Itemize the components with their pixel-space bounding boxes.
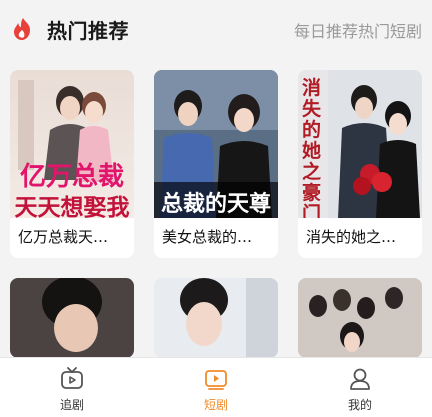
tv-icon (61, 367, 83, 389)
drama-card[interactable] (10, 278, 134, 358)
bottom-tab-bar: 追剧 短剧 我的 (0, 357, 432, 417)
play-icon (205, 370, 227, 390)
cover-title: 总裁的天尊 (160, 192, 271, 217)
cover-subtitle: 天天想娶我 (14, 195, 130, 218)
drama-cover (10, 278, 134, 358)
user-icon (350, 368, 370, 390)
drama-cover: 亿万总裁 天天想娶我 (10, 70, 134, 218)
drama-card[interactable] (298, 278, 422, 358)
drama-cover: 总裁的天尊 (154, 70, 278, 218)
drama-cover: 消失的她之豪门千 (298, 70, 422, 218)
drama-cover (298, 278, 422, 358)
section-title: 热门推荐 (47, 19, 129, 43)
tab-label: 我的 (347, 398, 372, 412)
flame-icon (14, 18, 30, 40)
drama-title: 亿万总裁天… (18, 228, 109, 246)
section-more-link[interactable]: 每日推荐热门短剧 (294, 18, 422, 42)
drama-card[interactable]: 消失的她之豪门千 消失的她之… (298, 70, 422, 258)
drama-card[interactable]: 总裁的天尊 美女总裁的… (154, 70, 278, 258)
drama-card[interactable]: 亿万总裁 天天想娶我 亿万总裁天… (10, 70, 134, 258)
tab-label: 追剧 (59, 398, 84, 412)
drama-title: 美女总裁的… (162, 228, 253, 246)
tab-label: 短剧 (203, 398, 228, 412)
drama-title: 消失的她之… (306, 228, 397, 246)
cover-title: 消失的她之豪门千 (302, 77, 322, 219)
tab-chase[interactable]: 追剧 (0, 358, 144, 417)
tab-mine[interactable]: 我的 (288, 358, 432, 417)
drama-cover (154, 278, 278, 358)
tab-short-drama[interactable]: 短剧 (144, 358, 288, 417)
drama-card[interactable] (154, 278, 278, 358)
section-header: 热门推荐 每日推荐热门短剧 (0, 0, 432, 58)
